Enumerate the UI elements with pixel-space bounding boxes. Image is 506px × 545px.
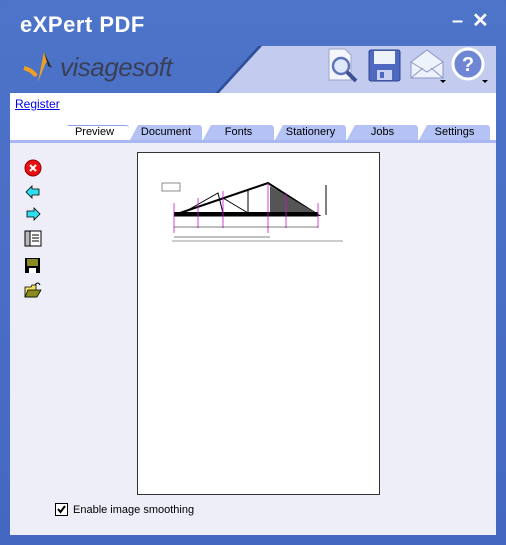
minimize-button[interactable]: – [452,10,463,33]
tab-label: Fonts [224,126,253,138]
tab-stationery[interactable]: Stationery [275,125,346,140]
tab-preview[interactable]: Preview [60,125,129,140]
tab-label: Document [140,126,192,138]
checkbox-checked[interactable] [55,503,68,516]
enable-image-smoothing-checkbox[interactable]: Enable image smoothing [55,503,194,516]
register-link[interactable]: Register [15,97,60,111]
forward-arrow-icon[interactable] [24,205,42,223]
tab-fonts[interactable]: Fonts [203,125,274,140]
client-area: Register Preview Document Fonts Statione… [10,93,496,535]
back-arrow-icon[interactable] [24,183,42,201]
svg-text:?: ? [462,54,474,76]
window-title: eXPert PDF [20,12,145,37]
checkmark-icon [57,505,66,514]
logo-mark-icon [23,52,52,82]
app-window: eXPert PDF – ✕ visagesoft ? Register Pre… [0,0,506,545]
tab-document[interactable]: Document [130,125,202,140]
save-icon[interactable] [24,257,42,275]
cancel-icon[interactable] [24,159,42,177]
open-folder-icon[interactable] [24,281,42,299]
checkbox-label: Enable image smoothing [73,503,195,516]
tab-label: Preview [74,126,115,138]
tab-bar: Preview Document Fonts Stationery Jobs S… [10,125,496,140]
preview-pane: Enable image smoothing [10,143,496,535]
save-icon[interactable] [366,46,404,84]
email-icon[interactable] [409,46,447,84]
help-icon[interactable]: ? [451,46,489,84]
tab-settings[interactable]: Settings [419,125,490,140]
document-properties-icon[interactable] [24,230,42,248]
tab-label: Settings [434,126,475,138]
page-preview [137,152,380,495]
visagesoft-logo: visagesoft [22,50,173,84]
logo-text: visagesoft [60,51,173,82]
tab-jobs[interactable]: Jobs [347,125,418,140]
tab-label: Jobs [370,126,395,138]
preview-icon[interactable] [323,46,361,84]
drawing-thumbnail [161,181,343,242]
close-button[interactable]: ✕ [472,8,489,33]
tab-label: Stationery [285,126,336,138]
